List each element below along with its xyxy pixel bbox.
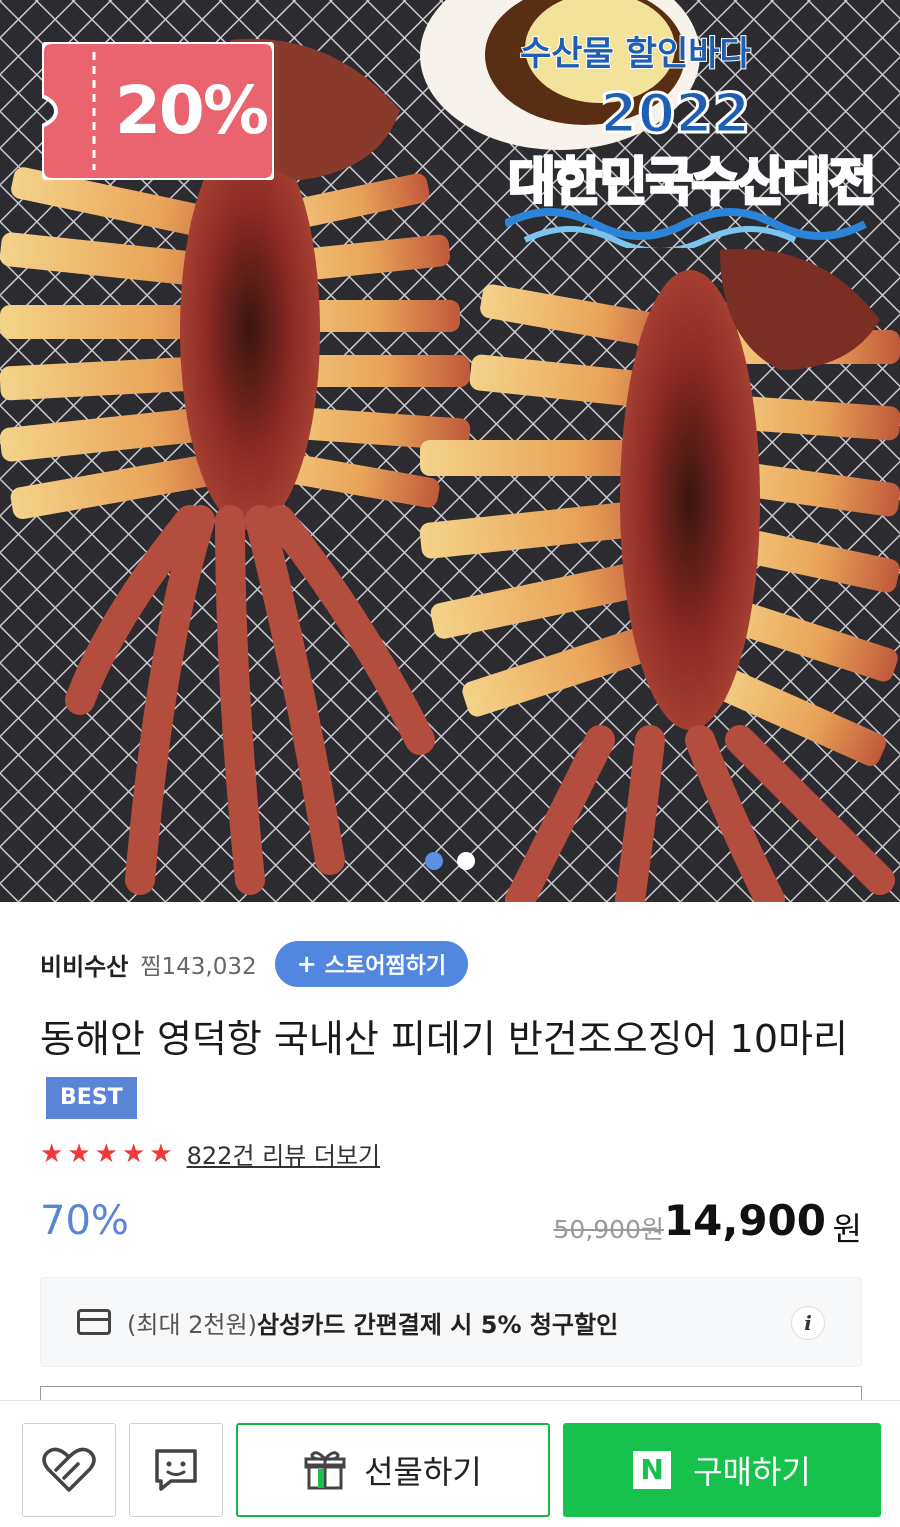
store-follow-label: 스토어찜하기 <box>324 954 447 979</box>
credit-card-icon <box>77 1309 111 1335</box>
store-row: 비비수산 찜143,032 + 스토어찜하기 <box>40 940 469 988</box>
heart-icon <box>42 1447 96 1492</box>
bottom-action-bar: 선물하기 N 구매하기 <box>0 1400 900 1527</box>
gift-icon <box>304 1451 346 1490</box>
star-rating: ★ ★ ★ ★ ★ <box>40 1139 173 1169</box>
product-title: 동해안 영덕항 국내산 피데기 반건조오징어 10마리 BEST <box>40 1010 870 1126</box>
carousel-dot-2[interactable] <box>457 852 475 870</box>
star-icon: ★ <box>121 1138 146 1169</box>
talk-button[interactable] <box>129 1423 223 1517</box>
benefit-prefix: (최대 2천원) <box>127 1310 257 1339</box>
coupon-discount-text: 20% <box>115 72 269 149</box>
review-link[interactable]: 822건 리뷰 더보기 <box>187 1136 381 1171</box>
product-image-carousel[interactable]: 20% 수산물 할인바다 2022 대한민국수산대전 <box>0 0 900 902</box>
wave-icon <box>505 208 867 248</box>
benefit-main: 삼성카드 간편결제 시 5% 청구할인 <box>256 1310 619 1339</box>
rating-row: ★ ★ ★ ★ ★ 822건 리뷰 더보기 <box>40 1136 380 1171</box>
sale-price: 14,900 <box>663 1196 826 1245</box>
card-benefit-banner[interactable]: (최대 2천원)삼성카드 간편결제 시 5% 청구할인 i <box>40 1277 862 1367</box>
price-row: 70% 50,900원 14,900 원 <box>40 1196 862 1252</box>
store-name[interactable]: 비비수산 <box>40 947 128 982</box>
talk-icon <box>155 1449 197 1491</box>
store-follow-button[interactable]: + 스토어찜하기 <box>274 941 469 987</box>
buy-label: 구매하기 <box>693 1453 811 1491</box>
naver-pay-icon: N <box>633 1451 672 1489</box>
gift-label: 선물하기 <box>364 1453 482 1491</box>
carousel-indicator <box>425 852 475 870</box>
original-price: 50,900원 <box>553 1215 664 1244</box>
star-icon: ★ <box>94 1138 118 1169</box>
discount-rate: 70% <box>40 1198 129 1244</box>
star-icon: ★ <box>40 1138 64 1169</box>
product-title-text: 동해안 영덕항 국내산 피데기 반건조오징어 10마리 <box>40 1017 848 1061</box>
event-year: 2022 <box>598 81 751 147</box>
currency-unit: 원 <box>832 1210 862 1248</box>
best-badge: BEST <box>46 1077 137 1119</box>
gift-button[interactable]: 선물하기 <box>236 1423 550 1517</box>
star-icon: ★ <box>67 1138 91 1169</box>
star-icon: ★ <box>149 1138 173 1169</box>
info-icon[interactable]: i <box>791 1306 825 1340</box>
store-favorite-count: 찜143,032 <box>140 954 257 980</box>
plus-icon: + <box>296 950 317 978</box>
carousel-dot-1[interactable] <box>425 852 443 870</box>
event-subtitle: 수산물 할인바다 <box>519 33 752 75</box>
benefit-text: (최대 2천원)삼성카드 간편결제 시 5% 청구할인 <box>127 1305 618 1340</box>
like-button[interactable] <box>22 1423 116 1517</box>
buy-button[interactable]: N 구매하기 <box>563 1423 881 1517</box>
